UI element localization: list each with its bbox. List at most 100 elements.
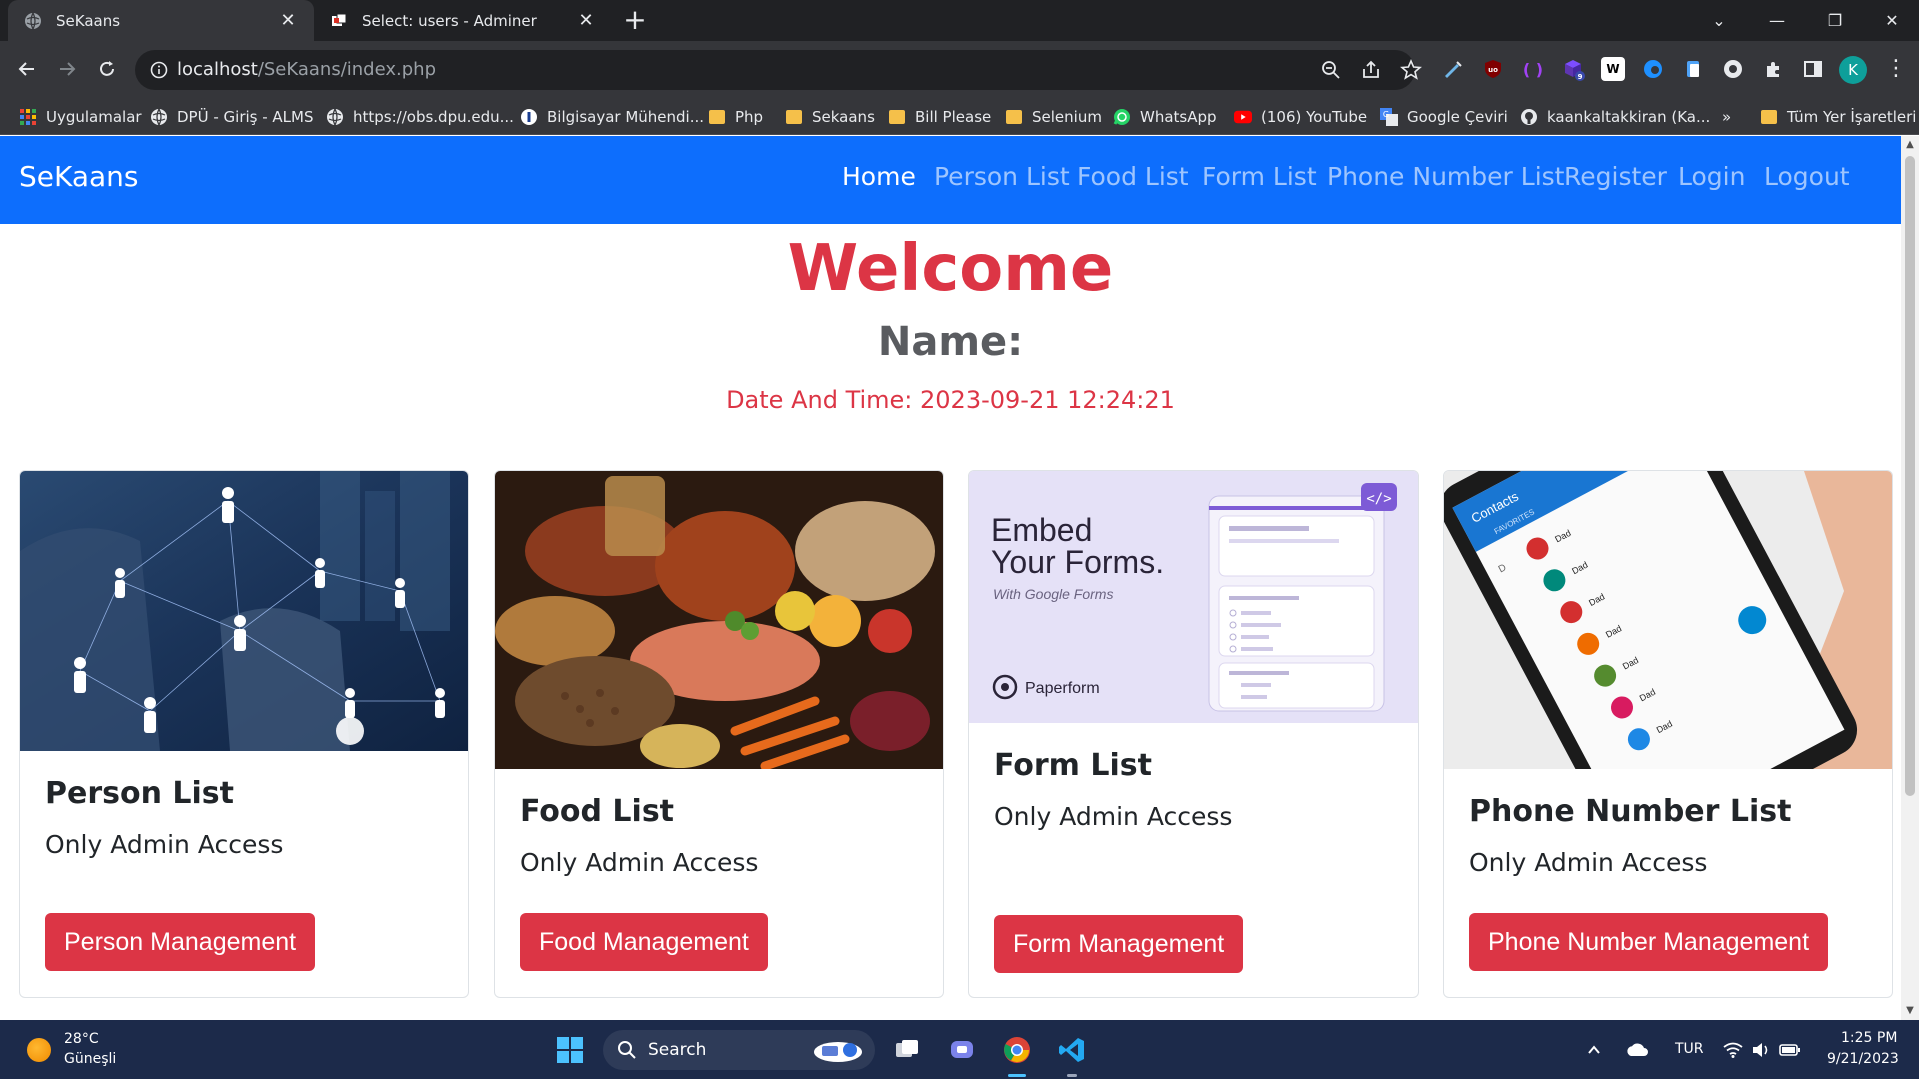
pen-extension-icon[interactable] bbox=[1440, 57, 1464, 81]
clock-date[interactable]: 9/21/2023 bbox=[1827, 1051, 1899, 1067]
new-tab-button[interactable]: + bbox=[620, 6, 650, 36]
bookmark-item[interactable]: Php bbox=[708, 99, 763, 135]
bookmark-item[interactable]: WhatsApp bbox=[1113, 99, 1217, 135]
other-bookmarks-folder[interactable]: Tüm Yer İşaretleri bbox=[1760, 99, 1916, 135]
tab-sekaans[interactable]: SeKaans ✕ bbox=[8, 0, 314, 41]
bookmark-label: Tüm Yer İşaretleri bbox=[1787, 108, 1917, 126]
volume-icon[interactable] bbox=[1750, 1033, 1772, 1067]
card-title: Form List bbox=[994, 748, 1152, 783]
bookmark-label: Sekaans bbox=[812, 108, 875, 126]
back-icon[interactable] bbox=[9, 51, 45, 87]
card-title: Person List bbox=[45, 776, 234, 811]
folder-icon bbox=[1005, 108, 1023, 126]
globe-icon bbox=[150, 108, 168, 126]
chrome-menu-icon[interactable]: ⋮ bbox=[1885, 56, 1907, 84]
brackets-extension-icon[interactable]: ( ) bbox=[1521, 57, 1545, 81]
svg-text:uo: uo bbox=[1488, 66, 1498, 74]
nav-link-home[interactable]: Home bbox=[842, 162, 916, 191]
youtube-icon bbox=[1234, 108, 1252, 126]
nav-link-logout[interactable]: Logout bbox=[1764, 162, 1850, 191]
scrollbar-thumb[interactable] bbox=[1905, 156, 1915, 796]
nav-link-login[interactable]: Login bbox=[1678, 162, 1745, 191]
bookmark-label: WhatsApp bbox=[1140, 108, 1217, 126]
card-text: Only Admin Access bbox=[994, 802, 1233, 831]
chevron-down-icon[interactable]: ⌄ bbox=[1690, 0, 1748, 41]
page-viewport: SeKaans Home Person List Food List Form … bbox=[0, 136, 1919, 1020]
nav-link-phone-number-list[interactable]: Phone Number List bbox=[1327, 162, 1564, 191]
close-icon[interactable]: ✕ bbox=[278, 10, 298, 31]
teams-chat-icon[interactable] bbox=[945, 1033, 979, 1067]
wifi-icon[interactable] bbox=[1722, 1033, 1744, 1067]
weather-sun-icon[interactable] bbox=[27, 1038, 51, 1062]
window-close-icon[interactable]: ✕ bbox=[1863, 0, 1919, 41]
chevron-up-icon[interactable] bbox=[1584, 1033, 1604, 1067]
close-icon[interactable]: ✕ bbox=[576, 10, 596, 31]
bookmark-item[interactable]: Selenium bbox=[1005, 99, 1102, 135]
w-extension-icon[interactable]: W bbox=[1601, 57, 1625, 81]
restore-icon[interactable]: ❐ bbox=[1806, 0, 1864, 41]
bookmark-item[interactable]: kaankaltakkiran (Ka... bbox=[1520, 99, 1710, 135]
bookmarks-overflow-button[interactable]: » bbox=[1722, 99, 1731, 135]
onedrive-cloud-icon[interactable] bbox=[1624, 1033, 1650, 1067]
address-bar[interactable]: localhost/SeKaans/index.php bbox=[135, 50, 1422, 90]
battery-icon[interactable] bbox=[1778, 1033, 1802, 1067]
svg-text:G: G bbox=[1383, 110, 1389, 119]
profile-avatar[interactable]: K bbox=[1839, 56, 1867, 84]
tab-adminer[interactable]: Select: users - Adminer ✕ bbox=[314, 0, 612, 41]
bookmark-item[interactable]: Bill Please bbox=[888, 99, 991, 135]
nav-link-form-list[interactable]: Form List bbox=[1202, 162, 1317, 191]
card-title: Food List bbox=[520, 794, 675, 829]
scroll-up-icon[interactable]: ▲ bbox=[1905, 140, 1915, 150]
docs-extension-icon[interactable] bbox=[1681, 57, 1705, 81]
side-panel-icon[interactable] bbox=[1801, 57, 1825, 81]
nav-link-register[interactable]: Register bbox=[1564, 162, 1667, 191]
person-management-button[interactable]: Person Management bbox=[45, 913, 316, 971]
bookmark-item[interactable]: Sekaans bbox=[785, 99, 875, 135]
zoom-icon[interactable] bbox=[1320, 59, 1342, 81]
bookmark-item[interactable]: Bilgisayar Mühendi... bbox=[520, 99, 704, 135]
bookmark-item[interactable]: https://obs.dpu.edu... bbox=[326, 99, 514, 135]
bookmark-item[interactable]: Uygulamalar bbox=[19, 99, 142, 135]
bookmark-item[interactable]: DPÜ - Giriş - ALMS bbox=[150, 99, 314, 135]
task-view-icon[interactable] bbox=[890, 1033, 924, 1067]
edge-extension-icon[interactable] bbox=[1641, 57, 1665, 81]
phone-number-management-button[interactable]: Phone Number Management bbox=[1469, 913, 1829, 971]
bookmark-star-icon[interactable] bbox=[1400, 58, 1422, 81]
bookmark-label: Google Çeviri bbox=[1407, 108, 1508, 126]
circle-extension-icon[interactable] bbox=[1721, 57, 1745, 81]
weather-temperature: 28°C bbox=[64, 1031, 99, 1047]
windows-start-icon[interactable] bbox=[553, 1033, 587, 1067]
navbar-brand[interactable]: SeKaans bbox=[19, 160, 139, 193]
github-icon bbox=[1520, 108, 1538, 126]
scroll-down-icon[interactable]: ▼ bbox=[1905, 1006, 1915, 1016]
bookmark-item[interactable]: (106) YouTube bbox=[1234, 99, 1367, 135]
svg-text:Your Forms.: Your Forms. bbox=[991, 544, 1164, 580]
nav-link-person-list[interactable]: Person List bbox=[934, 162, 1070, 191]
cube-extension-icon[interactable]: 9 bbox=[1561, 57, 1585, 81]
bookmark-label: kaankaltakkiran (Ka... bbox=[1547, 108, 1711, 126]
reload-icon[interactable] bbox=[89, 51, 125, 87]
nav-link-food-list[interactable]: Food List bbox=[1077, 162, 1189, 191]
puzzle-extensions-icon[interactable] bbox=[1761, 57, 1785, 81]
phone-contacts-image: Contacts FAVORITES D Dad Dad Dad Dad Dad… bbox=[1444, 471, 1892, 769]
svg-text:With Google Forms: With Google Forms bbox=[993, 586, 1113, 602]
tab-title: Select: users - Adminer bbox=[362, 11, 537, 30]
vscode-taskbar-icon[interactable] bbox=[1055, 1033, 1089, 1067]
page-scrollbar[interactable]: ▲ ▼ bbox=[1901, 136, 1919, 1020]
taskbar-search-box[interactable]: Search bbox=[603, 1030, 875, 1070]
embed-forms-image: </> Embed Your Forms. With Google Forms … bbox=[969, 471, 1418, 723]
site-info-icon[interactable] bbox=[149, 60, 169, 80]
ublock-icon[interactable]: uo bbox=[1481, 57, 1505, 81]
bookmark-label: Uygulamalar bbox=[46, 108, 142, 126]
form-management-button[interactable]: Form Management bbox=[994, 915, 1244, 973]
minimize-icon[interactable]: — bbox=[1748, 0, 1806, 41]
windows-taskbar: 28°C Güneşli Search TUR 1:25 PM 9/21/202… bbox=[0, 1020, 1919, 1079]
chrome-taskbar-icon[interactable] bbox=[1000, 1033, 1034, 1067]
search-icon bbox=[617, 1040, 637, 1064]
language-indicator[interactable]: TUR bbox=[1675, 1041, 1704, 1057]
share-icon[interactable] bbox=[1360, 59, 1382, 81]
bookmark-item[interactable]: G Google Çeviri bbox=[1380, 99, 1508, 135]
forward-icon[interactable] bbox=[49, 51, 85, 87]
clock-time[interactable]: 1:25 PM bbox=[1841, 1030, 1897, 1046]
food-management-button[interactable]: Food Management bbox=[520, 913, 768, 971]
